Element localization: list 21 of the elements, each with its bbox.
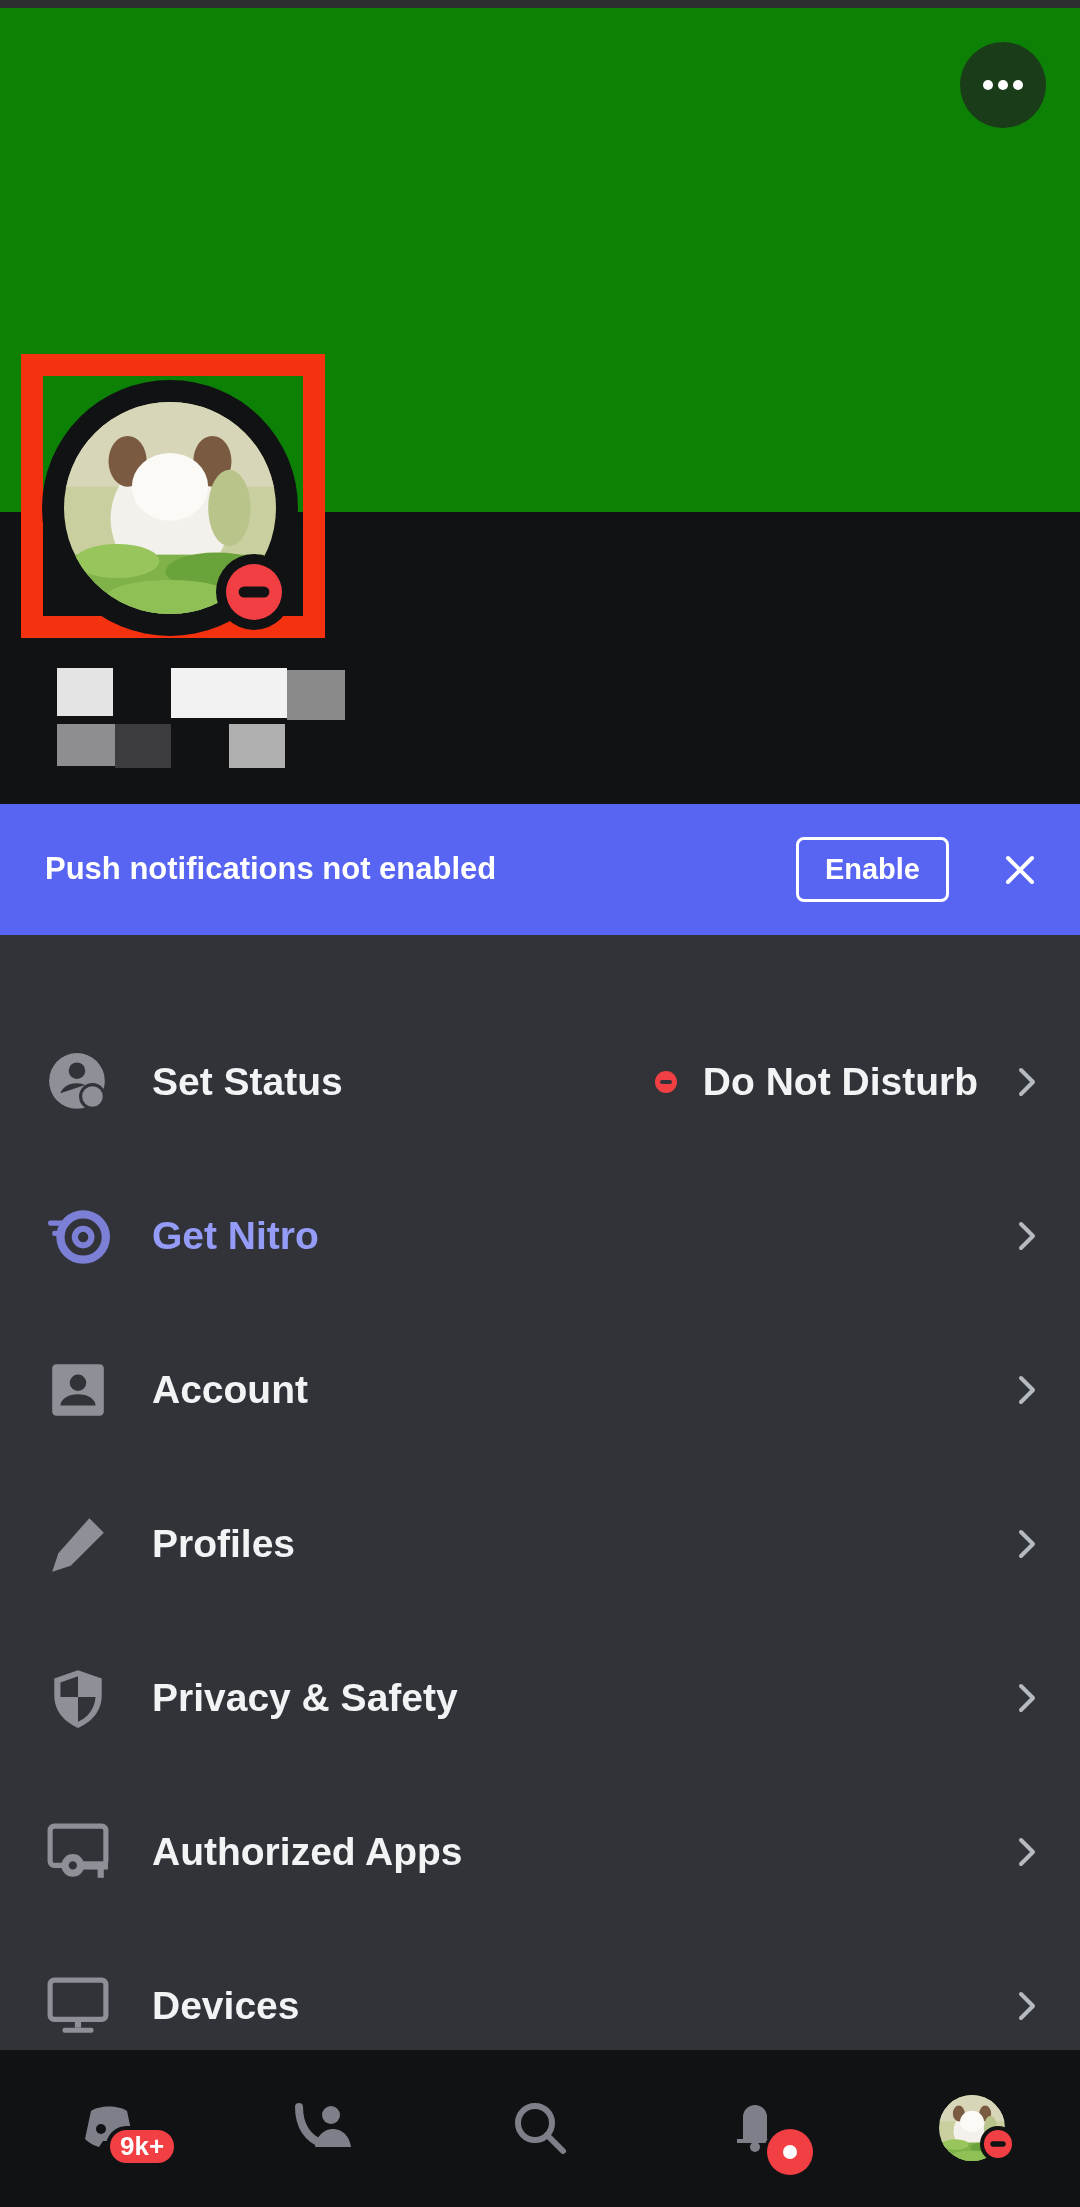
chevron-icon bbox=[1018, 1991, 1036, 2021]
close-icon bbox=[1005, 854, 1035, 885]
status-value: Do Not Disturb bbox=[702, 1058, 978, 1105]
chevron-icon bbox=[1018, 1683, 1036, 1713]
chevron-icon bbox=[1018, 1375, 1036, 1405]
menu-item[interactable]: Get Nitro bbox=[0, 1159, 1080, 1313]
menu-item[interactable]: Account bbox=[0, 1313, 1080, 1467]
chevron-icon bbox=[1018, 1067, 1036, 1097]
menu-item[interactable]: Profiles bbox=[0, 1467, 1080, 1621]
chevron-icon bbox=[1018, 1221, 1036, 1251]
banner-text: Push notifications not enabled bbox=[45, 850, 498, 889]
enable-button[interactable]: Enable bbox=[795, 836, 949, 903]
menu-item[interactable]: Authorized Apps bbox=[0, 1775, 1080, 1929]
close-button[interactable] bbox=[1005, 854, 1035, 885]
more-icon bbox=[983, 80, 1023, 90]
menu-item[interactable]: Devices bbox=[0, 1929, 1080, 2050]
chevron-icon bbox=[1018, 1837, 1036, 1867]
menu-item[interactable]: Privacy & Safety bbox=[0, 1621, 1080, 1775]
menu-item[interactable]: Set Status Do Not Disturb bbox=[0, 1005, 1080, 1159]
nav-tab[interactable]: 9k+ bbox=[38, 2070, 178, 2185]
chevron-icon bbox=[1018, 1529, 1036, 1559]
